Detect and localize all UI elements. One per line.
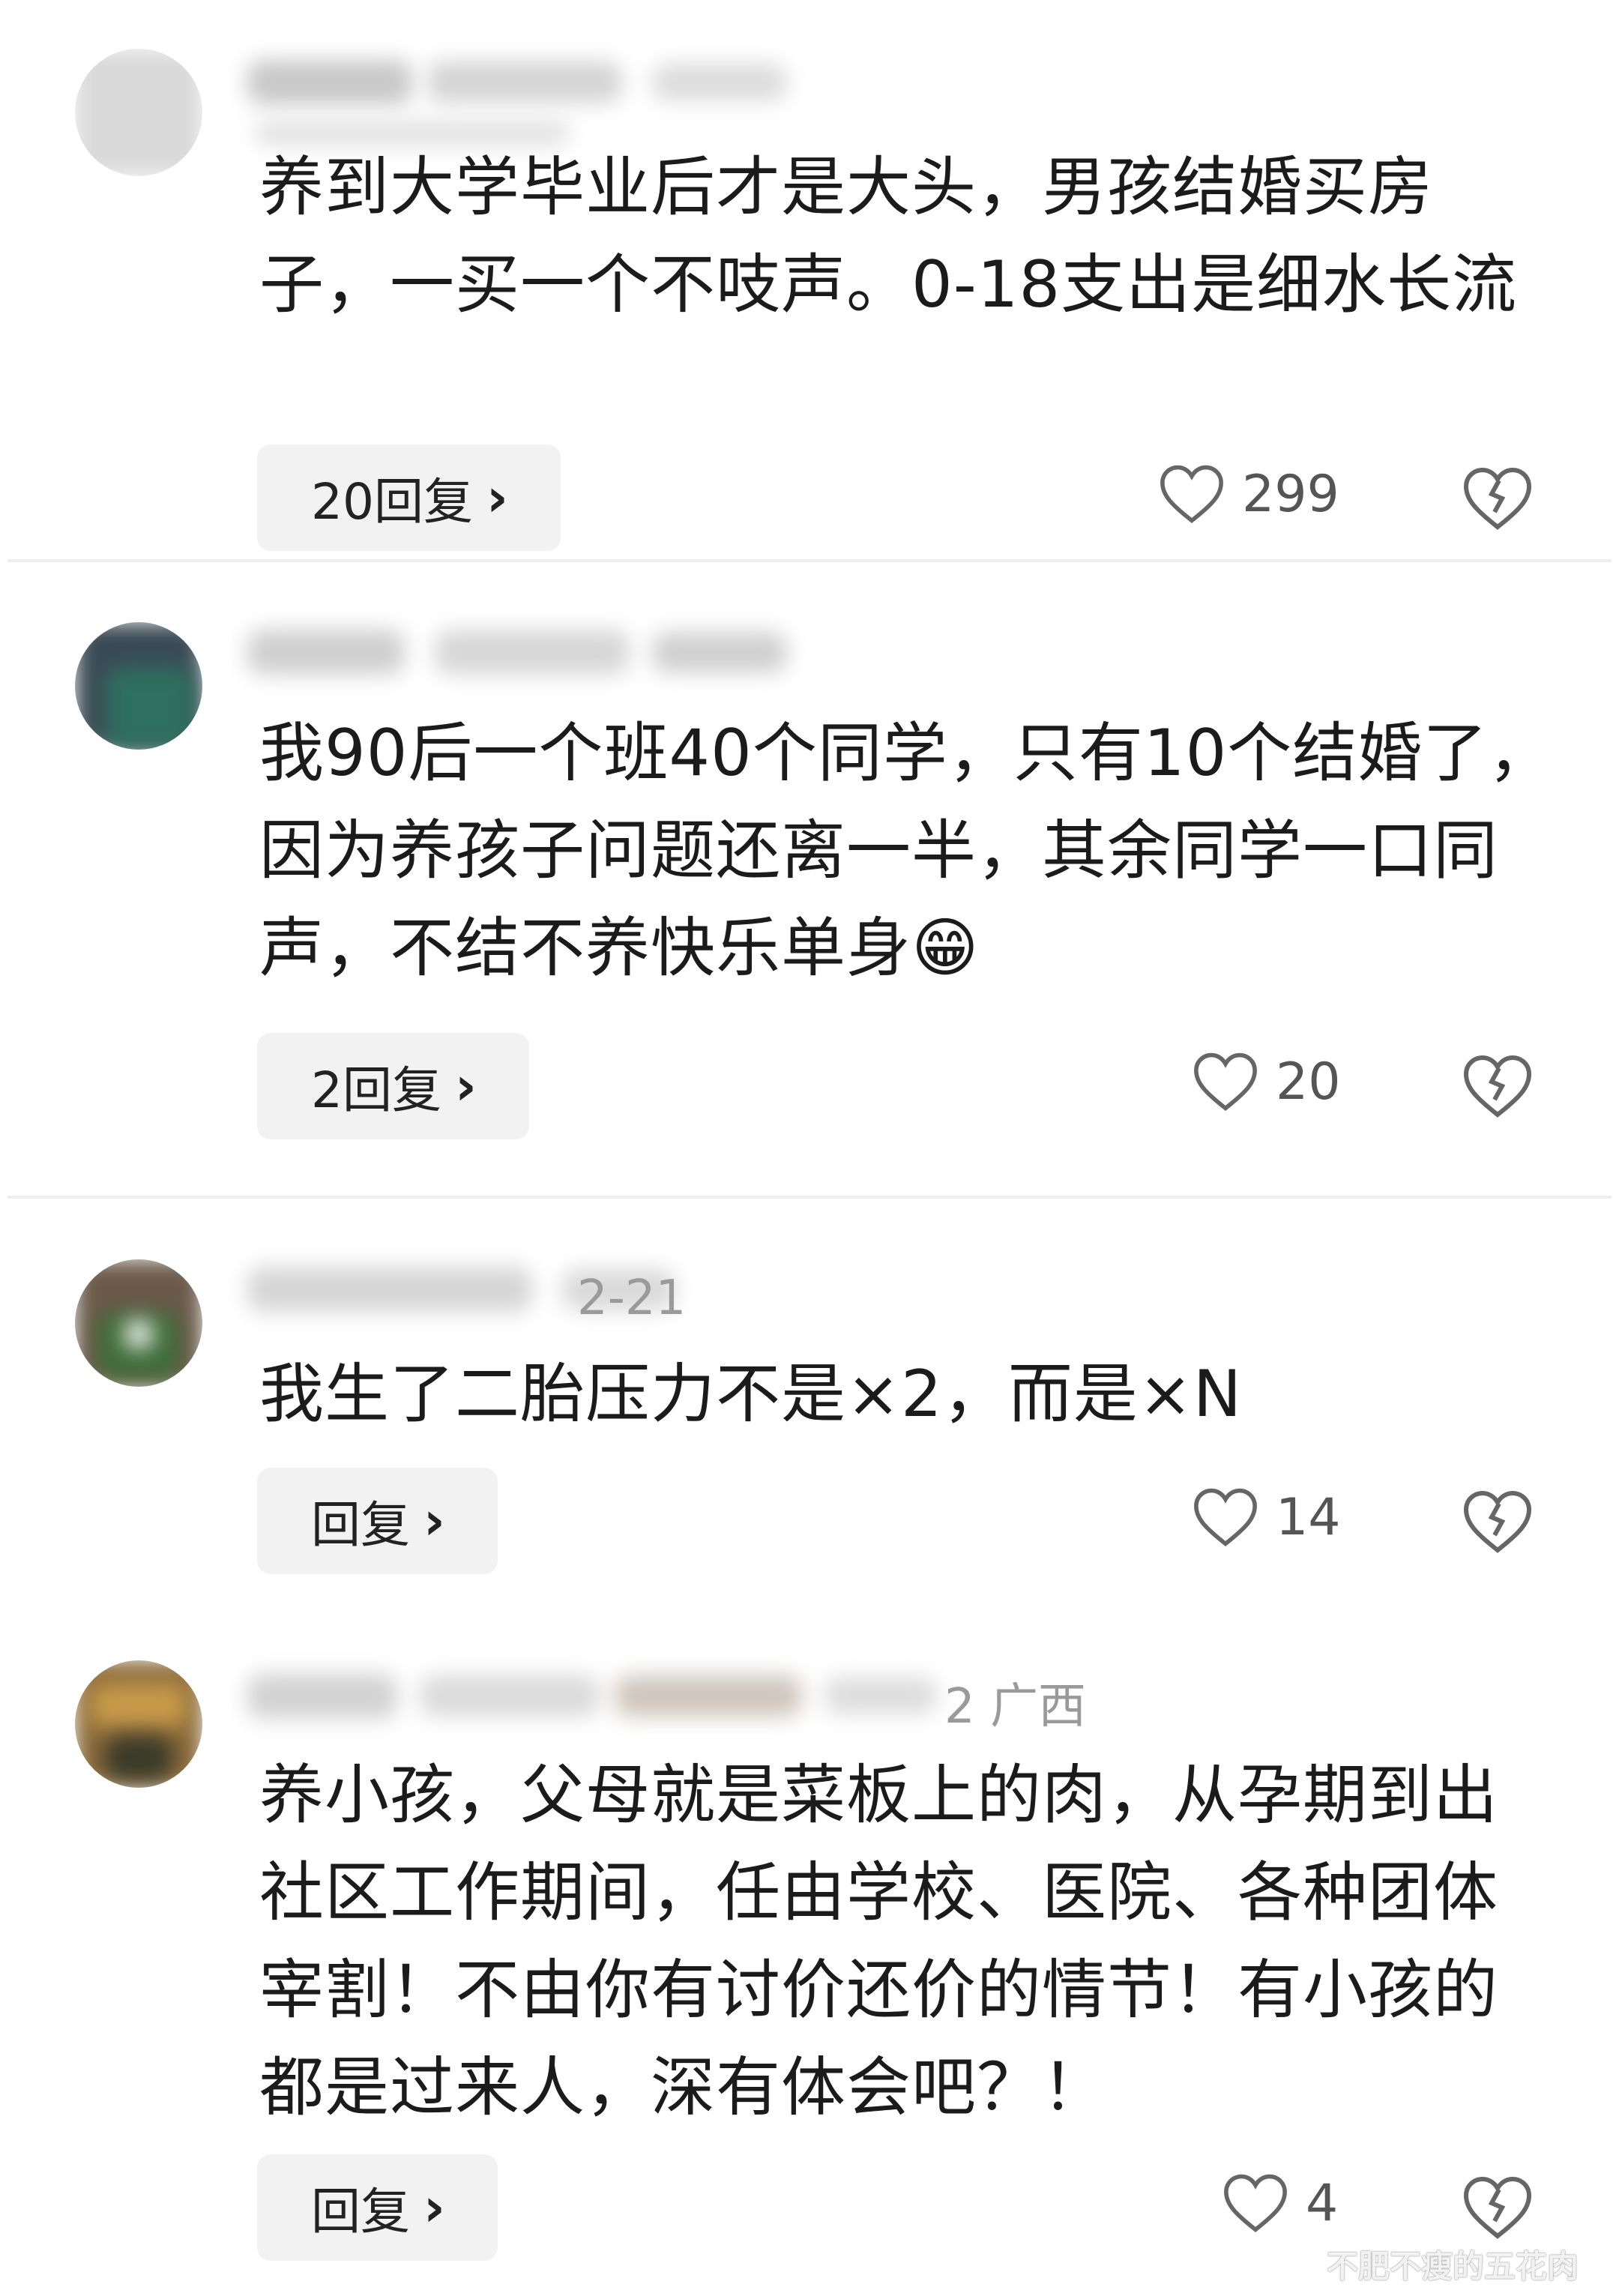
reply-label: 回复 [311, 2183, 410, 2241]
reply-label: 20回复 [311, 473, 473, 531]
comment-text: 养到大学毕业后才是大头，男孩结婚买房子，一买一个不吱声。0-18支出是细水长流 [259, 150, 1518, 322]
broken-heart-icon[interactable] [1462, 2174, 1534, 2241]
avatar[interactable] [75, 1660, 202, 1788]
like-count: 20 [1276, 1052, 1341, 1112]
avatar[interactable] [75, 49, 202, 176]
comment-text: 我生了二胎压力不是×2，而是×N [259, 1357, 1243, 1432]
chevron-right-icon: › [423, 1490, 445, 1552]
reply-button[interactable]: 回复 › [257, 2154, 498, 2261]
like-button[interactable]: 299 [1158, 463, 1339, 525]
avatar[interactable] [75, 622, 202, 750]
avatar[interactable] [75, 1259, 202, 1387]
like-count: 299 [1242, 464, 1339, 524]
reply-label: 回复 [311, 1496, 410, 1554]
reply-button[interactable]: 2回复 › [257, 1033, 529, 1139]
heart-outline-icon [1194, 1488, 1257, 1546]
broken-heart-icon[interactable] [1462, 465, 1534, 532]
comment-meta: 2-21 [577, 1271, 687, 1326]
reply-label: 2回复 [311, 1061, 441, 1119]
heart-outline-icon [1194, 1052, 1257, 1111]
watermark: 不肥不瘦的五花肉 [1327, 2248, 1579, 2285]
like-button[interactable]: 4 [1222, 2172, 1338, 2234]
divider [7, 1196, 1612, 1199]
comment-text: 养小孩，父母就是菜板上的肉，从孕期到出社区工作期间，任由学校、医院、各种团体宰割… [259, 1758, 1498, 2125]
username-blurred[interactable] [247, 52, 847, 150]
like-count: 4 [1306, 2173, 1339, 2233]
broken-heart-icon[interactable] [1462, 1052, 1534, 1120]
chevron-right-icon: › [423, 2177, 445, 2238]
chevron-right-icon: › [455, 1055, 477, 1117]
comment-meta: 2 广西 [944, 1679, 1087, 1735]
username-blurred[interactable] [247, 1660, 944, 1743]
like-count: 14 [1276, 1487, 1341, 1547]
comment-text: 我90后一个班40个同学，只有10个结婚了，因为养孩子问题还离一半，其余同学一口… [259, 716, 1554, 986]
like-button[interactable]: 14 [1192, 1486, 1341, 1548]
heart-outline-icon [1160, 465, 1223, 523]
broken-heart-icon[interactable] [1462, 1488, 1534, 1555]
divider [7, 559, 1612, 562]
username-blurred[interactable] [247, 618, 847, 701]
chevron-right-icon: › [486, 467, 508, 528]
heart-outline-icon [1224, 2174, 1287, 2232]
reply-button[interactable]: 回复 › [257, 1468, 498, 1574]
like-button[interactable]: 20 [1192, 1051, 1341, 1112]
reply-button[interactable]: 20回复 › [257, 445, 561, 551]
